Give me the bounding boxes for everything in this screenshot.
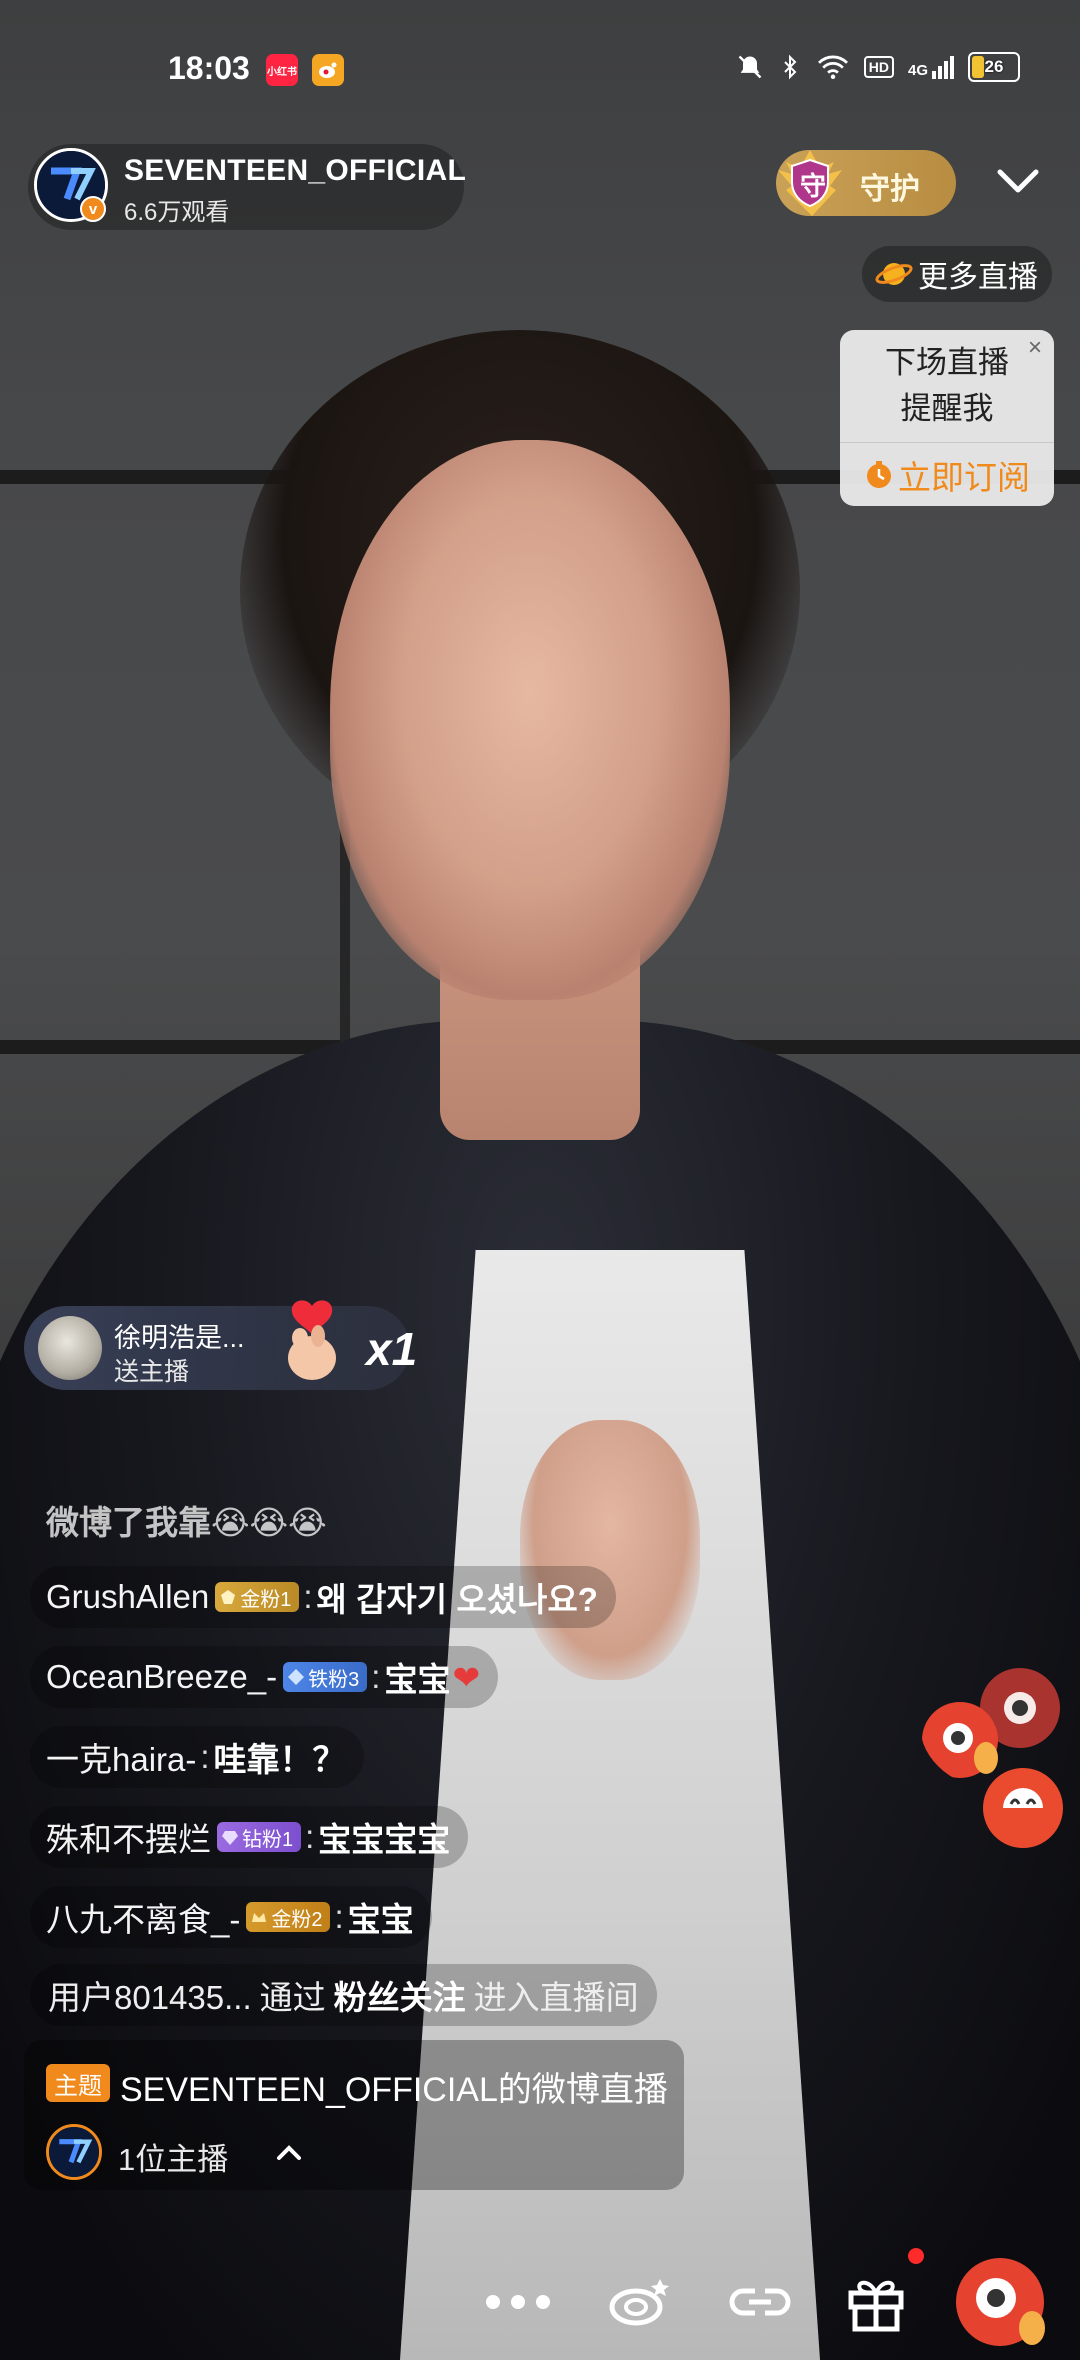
- mute-icon: [738, 55, 762, 79]
- chat-text: 哇靠！？: [213, 1741, 346, 1778]
- gift-sender-name: 徐明浩是...: [114, 1323, 245, 1353]
- weibo-mascot-icon: [956, 2258, 1045, 2346]
- chat-message[interactable]: OceanBreeze_- 铁粉3 : 宝宝 ❤: [30, 1646, 499, 1708]
- notification-dot: [908, 2248, 924, 2264]
- verified-badge: v: [80, 196, 106, 222]
- like-mascot-button[interactable]: [952, 2252, 1052, 2352]
- link-icon: [729, 2288, 791, 2316]
- weibo-mascot-icon: [983, 1768, 1063, 1848]
- chat-message-faded: 微博了我靠😭😭😭: [46, 1504, 327, 1541]
- share-button[interactable]: [604, 2264, 680, 2340]
- chat-text: 宝宝: [384, 1661, 451, 1698]
- topic-card[interactable]: 主题 SEVENTEEN_OFFICIAL的微博直播 1位主播: [24, 2040, 684, 2190]
- bluetooth-icon: [784, 54, 797, 80]
- weibo-icon: [312, 54, 344, 86]
- clock-icon: [867, 461, 891, 488]
- status-icons: HD 4G 26: [736, 52, 1020, 82]
- chat-text: 宝宝: [347, 1901, 414, 1938]
- chat-message[interactable]: GrushAllen 金粉1 : 왜 갑자기 오셨나요?: [30, 1566, 616, 1628]
- status-bar: 18:03 小红书 HD 4G 26: [0, 40, 1080, 100]
- streamer-face: [330, 440, 730, 1000]
- chat-text: 宝宝宝宝: [318, 1821, 451, 1858]
- chat-message[interactable]: 一克haira- : 哇靠！？: [30, 1726, 364, 1788]
- heart-icon: ❤: [452, 1658, 481, 1696]
- viewer-count: 6.6万观看: [124, 199, 230, 226]
- more-options-button[interactable]: [480, 2264, 556, 2340]
- chat-username[interactable]: OceanBreeze_-: [46, 1658, 277, 1696]
- gift-count: x1: [366, 1323, 418, 1375]
- chat-username[interactable]: 殊和不摆烂: [46, 1813, 211, 1861]
- host-info-card[interactable]: v SEVENTEEN_OFFICIAL 6.6万观看: [28, 144, 467, 230]
- guard-shield-char: 守: [800, 171, 827, 201]
- chat-username[interactable]: GrushAllen: [46, 1578, 209, 1616]
- more-live-button[interactable]: 更多直播: [862, 246, 1052, 302]
- more-options-icon: [486, 2295, 550, 2309]
- chat-text: 왜 갑자기 오셨나요?: [316, 1581, 598, 1618]
- topic-title: SEVENTEEN_OFFICIAL的微博直播: [120, 2071, 668, 2109]
- xiaohongshu-icon: 小红书: [266, 54, 298, 86]
- more-live-label: 更多直播: [918, 261, 1038, 294]
- battery-icon: 26: [968, 52, 1020, 82]
- host-avatar-small[interactable]: [46, 2124, 102, 2180]
- chevron-down-icon[interactable]: [996, 164, 1040, 200]
- fan-badge: 金粉1: [215, 1582, 300, 1612]
- subscribe-button[interactable]: 立即订阅: [840, 448, 1054, 502]
- fan-badge: 钻粉1: [217, 1822, 302, 1852]
- live-reminder-card: × 下场直播 提醒我 立即订阅: [840, 330, 1054, 506]
- guard-button[interactable]: 守 守护: [776, 150, 956, 216]
- chevron-up-icon[interactable]: [274, 2138, 304, 2168]
- gift-icon: [848, 2280, 904, 2332]
- fan-badge: 金粉2: [246, 1902, 331, 1932]
- reminder-text: 下场直播 提醒我: [885, 345, 1009, 426]
- chat-username[interactable]: 八九不离食_-: [46, 1893, 240, 1941]
- topic-tag: 主题: [46, 2064, 110, 2102]
- host-name: SEVENTEEN_OFFICIAL: [124, 154, 467, 187]
- chat-username[interactable]: 一克haira-: [46, 1733, 196, 1781]
- avatar: [38, 1316, 102, 1380]
- chat-message[interactable]: 八九不离食_- 金粉2 : 宝宝: [30, 1886, 432, 1948]
- gift-action: 送主播: [114, 1358, 190, 1386]
- finger-heart-icon: [288, 1300, 336, 1380]
- share-icon: [609, 2279, 669, 2326]
- hd-icon: HD: [863, 56, 894, 78]
- system-join-message: 用户801435... 通过 粉丝关注 进入直播间: [30, 1964, 657, 2026]
- chat-message[interactable]: 殊和不摆烂 钻粉1 : 宝宝宝宝: [30, 1806, 469, 1868]
- divider: [840, 442, 1054, 443]
- streamer-hand: [520, 1420, 700, 1680]
- guard-label: 守护: [860, 173, 920, 206]
- fan-badge: 铁粉3: [283, 1662, 368, 1692]
- status-time: 18:03: [168, 50, 250, 86]
- planet-icon: [875, 263, 913, 285]
- host-count-label[interactable]: 1位主播: [118, 2134, 228, 2179]
- signal-4g-icon: 4G: [908, 55, 954, 79]
- link-button[interactable]: [722, 2264, 798, 2340]
- gift-button[interactable]: [838, 2264, 914, 2340]
- wifi-icon: [817, 55, 848, 80]
